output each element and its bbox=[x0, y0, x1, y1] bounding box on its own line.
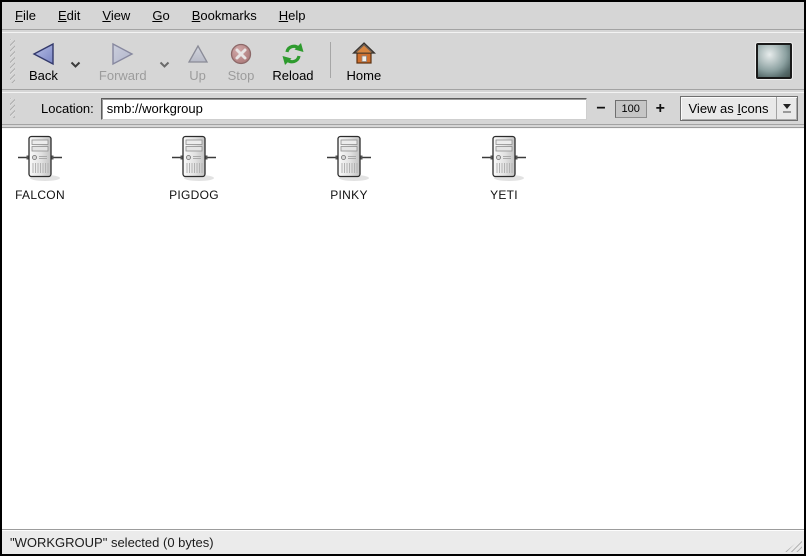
view-as-label: View as Icons bbox=[681, 97, 776, 120]
server-icon bbox=[481, 135, 527, 183]
file-manager-window: File Edit View Go Bookmarks Help Back bbox=[0, 0, 806, 556]
back-icon bbox=[30, 40, 56, 68]
menu-edit[interactable]: Edit bbox=[47, 4, 91, 27]
server-icon bbox=[171, 135, 217, 183]
menu-go[interactable]: Go bbox=[141, 4, 180, 27]
throbber-area bbox=[756, 43, 800, 79]
home-label: Home bbox=[347, 68, 382, 83]
stop-label: Stop bbox=[228, 68, 255, 83]
reload-label: Reload bbox=[272, 68, 313, 83]
toolbar: Back Forward bbox=[2, 33, 804, 89]
server-item-falcon[interactable]: FALCON bbox=[2, 135, 78, 202]
up-icon bbox=[186, 40, 210, 68]
zoom-out-button[interactable]: − bbox=[594, 101, 607, 117]
location-input[interactable] bbox=[101, 98, 588, 120]
menu-file[interactable]: File bbox=[4, 4, 47, 27]
forward-button[interactable]: Forward bbox=[90, 34, 156, 88]
throbber-icon bbox=[756, 43, 792, 79]
status-bar: "WORKGROUP" selected (0 bytes) bbox=[2, 529, 804, 554]
server-item-yeti[interactable]: YETI bbox=[466, 135, 542, 202]
forward-icon bbox=[110, 40, 136, 68]
reload-icon bbox=[280, 40, 306, 68]
combo-dropdown-icon bbox=[776, 97, 797, 120]
menu-help[interactable]: Help bbox=[268, 4, 317, 27]
back-history-dropdown[interactable] bbox=[67, 42, 84, 88]
zoom-level-indicator: 100 bbox=[615, 100, 647, 118]
server-item-pigdog[interactable]: PIGDOG bbox=[156, 135, 232, 202]
forward-history-dropdown[interactable] bbox=[156, 42, 173, 88]
menu-view[interactable]: View bbox=[91, 4, 141, 27]
up-button[interactable]: Up bbox=[177, 34, 219, 88]
reload-button[interactable]: Reload bbox=[263, 34, 322, 88]
stop-icon bbox=[229, 40, 253, 68]
view-as-combo[interactable]: View as Icons bbox=[680, 96, 798, 121]
locationbar-drag-handle[interactable] bbox=[10, 98, 15, 118]
server-label: PIGDOG bbox=[169, 188, 219, 202]
server-icon bbox=[326, 135, 372, 183]
server-item-pinky[interactable]: PINKY bbox=[311, 135, 387, 202]
stop-button[interactable]: Stop bbox=[219, 34, 264, 88]
icon-view[interactable]: FALCON PIGDOG bbox=[2, 127, 804, 529]
menu-bar: File Edit View Go Bookmarks Help bbox=[2, 2, 804, 29]
resize-grip[interactable] bbox=[785, 538, 802, 552]
home-icon bbox=[351, 40, 377, 68]
server-label: PINKY bbox=[330, 188, 368, 202]
back-button[interactable]: Back bbox=[20, 34, 67, 88]
up-label: Up bbox=[189, 68, 206, 83]
chevron-down-icon bbox=[159, 61, 170, 69]
toolbar-separator bbox=[330, 42, 331, 78]
home-button[interactable]: Home bbox=[338, 34, 391, 88]
location-bar: Location: − 100 + View as Icons bbox=[2, 93, 804, 124]
status-text: "WORKGROUP" selected (0 bytes) bbox=[10, 535, 214, 550]
back-label: Back bbox=[29, 68, 58, 83]
chevron-down-icon bbox=[70, 61, 81, 69]
toolbar-drag-handle[interactable] bbox=[10, 39, 15, 83]
server-label: FALCON bbox=[15, 188, 65, 202]
menu-bookmarks[interactable]: Bookmarks bbox=[181, 4, 268, 27]
server-icon bbox=[17, 135, 63, 183]
server-label: YETI bbox=[490, 188, 518, 202]
location-label: Location: bbox=[27, 101, 94, 116]
forward-label: Forward bbox=[99, 68, 147, 83]
zoom-in-button[interactable]: + bbox=[654, 101, 667, 117]
